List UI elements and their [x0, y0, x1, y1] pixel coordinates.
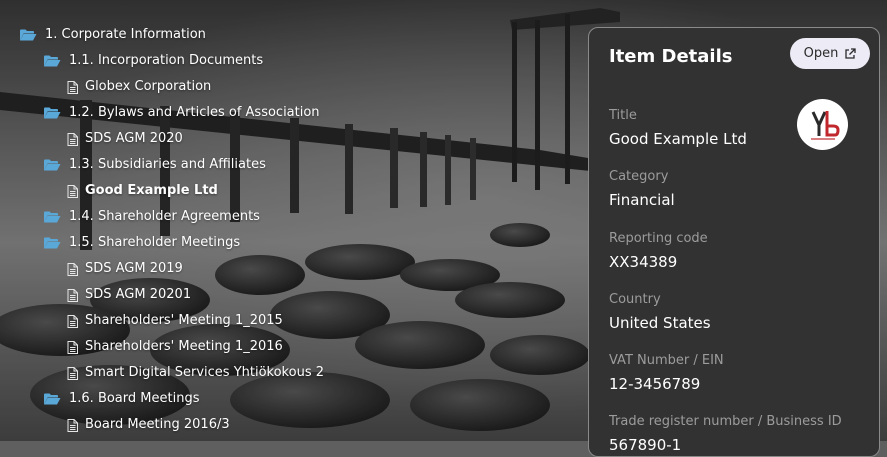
tree-item-label: 1.6. Board Meetings [69, 391, 200, 406]
detail-field: Category Financial [609, 169, 675, 210]
tree-item-label: 1.4. Shareholder Agreements [69, 209, 260, 224]
tree-item-label: Shareholders' Meeting 1_2015 [85, 313, 283, 328]
tree-item-label: 1.2. Bylaws and Articles of Association [69, 105, 320, 120]
panel-title: Item Details [609, 46, 733, 67]
detail-field-label: VAT Number / EIN [609, 353, 724, 368]
tree-item-label: Globex Corporation [85, 79, 212, 94]
tree-document-item[interactable]: Globex Corporation [0, 74, 585, 100]
folder-open-icon [44, 211, 61, 223]
tree-folder-item[interactable]: 1.6. Board Meetings [0, 386, 585, 412]
detail-field: Reporting code XX34389 [609, 231, 708, 272]
tree-folder-item[interactable]: 1.5. Shareholder Meetings [0, 230, 585, 256]
tree-document-item[interactable]: Smart Digital Services Yhtiökokous 2 [0, 360, 585, 386]
document-icon [67, 262, 78, 276]
folder-open-icon [44, 159, 61, 171]
tree-folder-item[interactable]: 1. Corporate Information [0, 22, 585, 48]
detail-field-label: Reporting code [609, 231, 708, 246]
open-button-label: Open [803, 46, 839, 61]
detail-field-value: 12-3456789 [609, 375, 701, 393]
document-icon [67, 132, 78, 146]
document-icon [67, 340, 78, 354]
document-icon [67, 288, 78, 302]
folder-open-icon [44, 237, 61, 249]
detail-field-value: Financial [609, 191, 675, 209]
tree-folder-item[interactable]: 1.1. Incorporation Documents [0, 48, 585, 74]
folder-open-icon [44, 55, 61, 67]
folder-open-icon [20, 29, 37, 41]
detail-field-value: 567890-1 [609, 436, 682, 454]
company-logo [797, 99, 848, 150]
folder-open-icon [44, 107, 61, 119]
detail-field-label: Category [609, 169, 669, 184]
detail-field-label: Trade register number / Business ID [609, 414, 842, 429]
tree-document-item[interactable]: SDS AGM 2019 [0, 256, 585, 282]
tree-document-item[interactable]: Shareholders' Meeting 1_2016 [0, 334, 585, 360]
tree-document-item[interactable]: Good Example Ltd [0, 178, 585, 204]
tree-folder-item[interactable]: 1.4. Shareholder Agreements [0, 204, 585, 230]
tree-item-label: 1. Corporate Information [45, 27, 206, 42]
tree-item-label: SDS AGM 2019 [85, 261, 183, 276]
tree-document-item[interactable]: Shareholders' Meeting 1_2015 [0, 308, 585, 334]
detail-field: Country United States [609, 292, 711, 333]
detail-field-value: United States [609, 314, 711, 332]
tree-item-label: Smart Digital Services Yhtiökokous 2 [85, 365, 324, 380]
tree-folder-item[interactable]: 1.3. Subsidiaries and Affiliates [0, 152, 585, 178]
document-icon [67, 184, 78, 198]
document-tree: 1. Corporate Information 1.1. Incorporati… [0, 22, 585, 438]
tree-item-label: 1.1. Incorporation Documents [69, 53, 264, 68]
tree-item-label: Good Example Ltd [85, 183, 218, 198]
tree-document-item[interactable]: SDS AGM 20201 [0, 282, 585, 308]
document-icon [67, 366, 78, 380]
document-icon [67, 80, 78, 94]
detail-field: Trade register number / Business ID 56789… [609, 414, 842, 455]
item-details-panel: Item Details Open Title Good Example Ltd C… [588, 27, 880, 457]
tree-item-label: SDS AGM 20201 [85, 287, 192, 302]
tree-item-label: SDS AGM 2020 [85, 131, 183, 146]
detail-field-value: Good Example Ltd [609, 130, 747, 148]
detail-field-label: Country [609, 292, 661, 307]
tree-item-label: 1.3. Subsidiaries and Affiliates [69, 157, 266, 172]
detail-field-label: Title [609, 108, 637, 123]
tree-document-item[interactable]: SDS AGM 2020 [0, 126, 585, 152]
external-link-icon [845, 47, 857, 59]
detail-field: VAT Number / EIN 12-3456789 [609, 353, 724, 394]
document-icon [67, 418, 78, 432]
tree-item-label: Shareholders' Meeting 1_2016 [85, 339, 283, 354]
tree-item-label: Board Meeting 2016/3 [85, 417, 230, 432]
folder-open-icon [44, 393, 61, 405]
tree-item-label: 1.5. Shareholder Meetings [69, 235, 241, 250]
open-button[interactable]: Open [790, 38, 870, 69]
detail-field: Title Good Example Ltd [609, 108, 747, 149]
tree-folder-item[interactable]: 1.2. Bylaws and Articles of Association [0, 100, 585, 126]
document-icon [67, 314, 78, 328]
detail-field-value: XX34389 [609, 253, 678, 271]
tree-document-item[interactable]: Board Meeting 2016/3 [0, 412, 585, 438]
